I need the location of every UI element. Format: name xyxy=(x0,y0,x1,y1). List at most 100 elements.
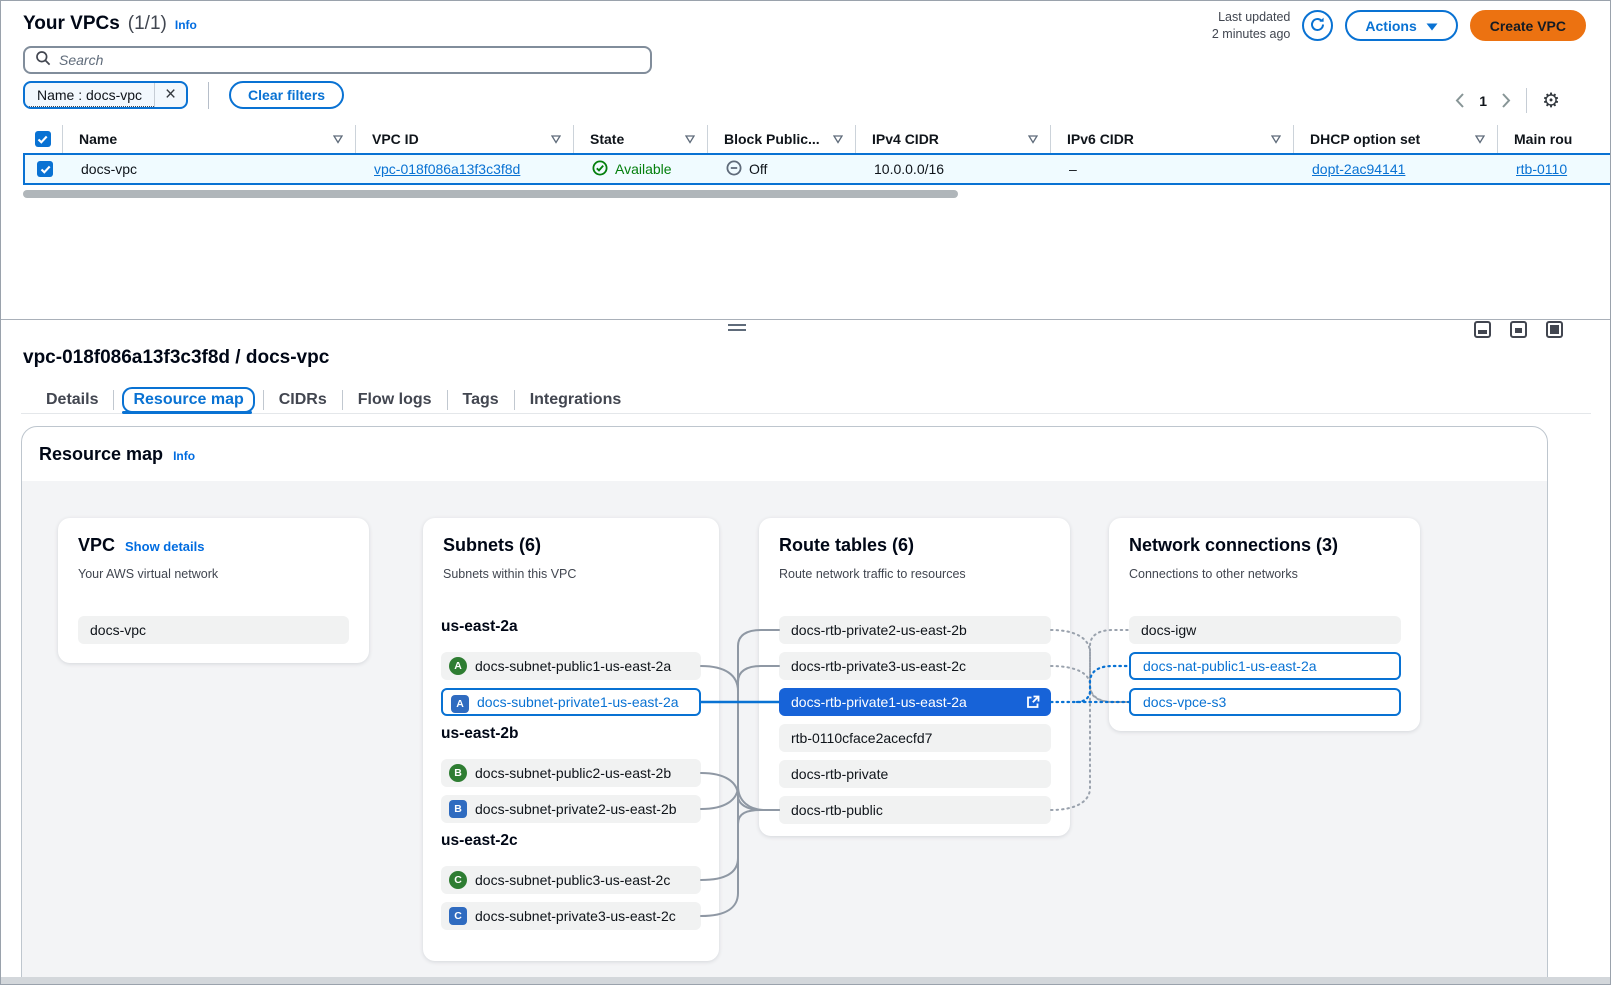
panel-size-large-icon[interactable] xyxy=(1546,321,1563,338)
filter-token[interactable]: Name : docs-vpc × xyxy=(23,81,188,109)
table-row[interactable]: docs-vpc vpc-018f086a13f3c3f8d Available… xyxy=(23,153,1611,185)
private-subnet-badge: C xyxy=(449,907,467,925)
tab-flow-logs[interactable]: Flow logs xyxy=(343,391,447,409)
tab-tags[interactable]: Tags xyxy=(448,391,514,409)
filter-icon[interactable] xyxy=(833,135,843,144)
divider xyxy=(1526,88,1527,113)
cell-ipv4-cidr: 10.0.0.0/16 xyxy=(858,161,1053,177)
pagination: 1 ⚙ xyxy=(1455,88,1560,113)
panel-size-small-icon[interactable] xyxy=(1474,321,1491,338)
subnet-item-selected[interactable]: A docs-subnet-private1-us-east-2a xyxy=(441,688,701,716)
preferences-gear-icon[interactable]: ⚙ xyxy=(1542,91,1560,111)
select-all-cell xyxy=(23,125,63,153)
vpc-id-link[interactable]: vpc-018f086a13f3c3f8d xyxy=(374,161,520,177)
dhcp-link[interactable]: dopt-2ac94141 xyxy=(1312,161,1405,177)
network-connections-card: Network connections (3) Connections to o… xyxy=(1109,518,1420,731)
filter-icon[interactable] xyxy=(1028,135,1038,144)
previous-page-icon[interactable] xyxy=(1455,93,1464,108)
connection-item-highlighted[interactable]: docs-nat-public1-us-east-2a xyxy=(1129,652,1401,680)
resource-map-title: Resource map xyxy=(39,444,163,465)
actions-button[interactable]: Actions xyxy=(1345,10,1457,41)
column-header-name[interactable]: Name xyxy=(63,125,356,153)
route-table-item[interactable]: docs-rtb-private3-us-east-2c xyxy=(779,652,1051,680)
subnets-card: Subnets (6) Subnets within this VPC us-e… xyxy=(423,518,719,961)
horizontal-scrollbar[interactable] xyxy=(23,190,958,198)
search-icon xyxy=(35,50,51,71)
filter-icon[interactable] xyxy=(1271,135,1281,144)
tab-integrations[interactable]: Integrations xyxy=(515,391,637,409)
remove-filter-icon[interactable]: × xyxy=(154,83,186,107)
cell-vpc-id: vpc-018f086a13f3c3f8d xyxy=(358,161,576,177)
page-number[interactable]: 1 xyxy=(1479,93,1487,109)
panel-size-medium-icon[interactable] xyxy=(1510,321,1527,338)
select-all-checkbox[interactable] xyxy=(35,131,51,147)
row-checkbox[interactable] xyxy=(37,161,53,177)
route-table-item[interactable]: docs-rtb-private2-us-east-2b xyxy=(779,616,1051,644)
private-subnet-badge: A xyxy=(451,695,469,713)
filter-icon[interactable] xyxy=(551,135,561,144)
cell-dhcp: dopt-2ac94141 xyxy=(1296,161,1500,177)
vpc-item[interactable]: docs-vpc xyxy=(78,616,349,644)
cell-main-route: rtb-0110 xyxy=(1500,161,1611,177)
tab-cidrs[interactable]: CIDRs xyxy=(264,391,342,409)
external-link-icon[interactable] xyxy=(1025,694,1041,713)
column-header-state[interactable]: State xyxy=(574,125,708,153)
search-input[interactable] xyxy=(59,52,640,68)
column-header-main-route[interactable]: Main rou xyxy=(1498,125,1611,153)
route-table-item[interactable]: rtb-0110cface2acecfd7 xyxy=(779,724,1051,752)
split-panel-drag-handle[interactable] xyxy=(728,324,746,334)
tab-resource-map[interactable]: Resource map xyxy=(114,387,262,413)
connection-item[interactable]: docs-igw xyxy=(1129,616,1401,644)
info-link[interactable]: Info xyxy=(173,449,195,463)
connection-item-highlighted[interactable]: docs-vpce-s3 xyxy=(1129,688,1401,716)
column-header-vpc-id[interactable]: VPC ID xyxy=(356,125,574,153)
subnet-item[interactable]: A docs-subnet-public1-us-east-2a xyxy=(441,652,701,680)
connections-card-title: Network connections (3) xyxy=(1129,535,1338,556)
caret-down-icon xyxy=(1426,18,1438,34)
active-tab-indicator xyxy=(122,411,252,414)
row-select-cell xyxy=(25,161,65,177)
public-subnet-badge: C xyxy=(449,871,467,889)
split-panel-divider xyxy=(1,319,1611,320)
route-table-item-selected[interactable]: docs-rtb-private1-us-east-2a xyxy=(779,688,1051,716)
filter-icon[interactable] xyxy=(685,135,695,144)
connections-card-subtitle: Connections to other networks xyxy=(1129,567,1298,581)
create-vpc-label: Create VPC xyxy=(1490,18,1566,34)
table-header: Name VPC ID State Block Public... IPv4 C… xyxy=(23,125,1611,153)
filter-icon[interactable] xyxy=(1475,135,1485,144)
search-box xyxy=(23,46,652,74)
refresh-button[interactable] xyxy=(1302,10,1333,41)
filter-icon[interactable] xyxy=(333,135,343,144)
info-link[interactable]: Info xyxy=(175,18,197,32)
route-table-item[interactable]: docs-rtb-public xyxy=(779,796,1051,824)
column-header-ipv4-cidr[interactable]: IPv4 CIDR xyxy=(856,125,1051,153)
subnet-item[interactable]: B docs-subnet-private2-us-east-2b xyxy=(441,795,701,823)
create-vpc-button[interactable]: Create VPC xyxy=(1470,10,1586,41)
az-label: us-east-2a xyxy=(441,618,518,636)
filter-row: Name : docs-vpc × Clear filters xyxy=(23,81,344,109)
clear-filters-button[interactable]: Clear filters xyxy=(229,81,344,109)
off-minus-icon xyxy=(726,160,742,179)
main-route-link[interactable]: rtb-0110 xyxy=(1516,161,1567,177)
page-header: Your VPCs (1/1) Info xyxy=(23,13,197,35)
subnet-item[interactable]: B docs-subnet-public2-us-east-2b xyxy=(441,759,701,787)
cell-block-public: Off xyxy=(710,160,858,179)
show-details-link[interactable]: Show details xyxy=(125,539,204,554)
tab-details[interactable]: Details xyxy=(31,391,113,409)
column-header-ipv6-cidr[interactable]: IPv6 CIDR xyxy=(1051,125,1294,153)
subnet-item[interactable]: C docs-subnet-public3-us-east-2c xyxy=(441,866,701,894)
column-header-dhcp[interactable]: DHCP option set xyxy=(1294,125,1498,153)
public-subnet-badge: A xyxy=(449,657,467,675)
available-check-icon xyxy=(592,160,608,179)
next-page-icon[interactable] xyxy=(1502,93,1511,108)
bottom-scrollbar-strip[interactable] xyxy=(1,977,1611,984)
vpc-card: VPC Show details Your AWS virtual networ… xyxy=(58,518,369,663)
route-table-item[interactable]: docs-rtb-private xyxy=(779,760,1051,788)
actions-label: Actions xyxy=(1365,18,1416,34)
resource-map-canvas: VPC Show details Your AWS virtual networ… xyxy=(22,481,1547,985)
detail-tabs: Details Resource map CIDRs Flow logs Tag… xyxy=(31,386,636,414)
column-header-block-public[interactable]: Block Public... xyxy=(708,125,856,153)
subnet-item[interactable]: C docs-subnet-private3-us-east-2c xyxy=(441,902,701,930)
public-subnet-badge: B xyxy=(449,764,467,782)
route-tables-card-title: Route tables (6) xyxy=(779,535,914,556)
